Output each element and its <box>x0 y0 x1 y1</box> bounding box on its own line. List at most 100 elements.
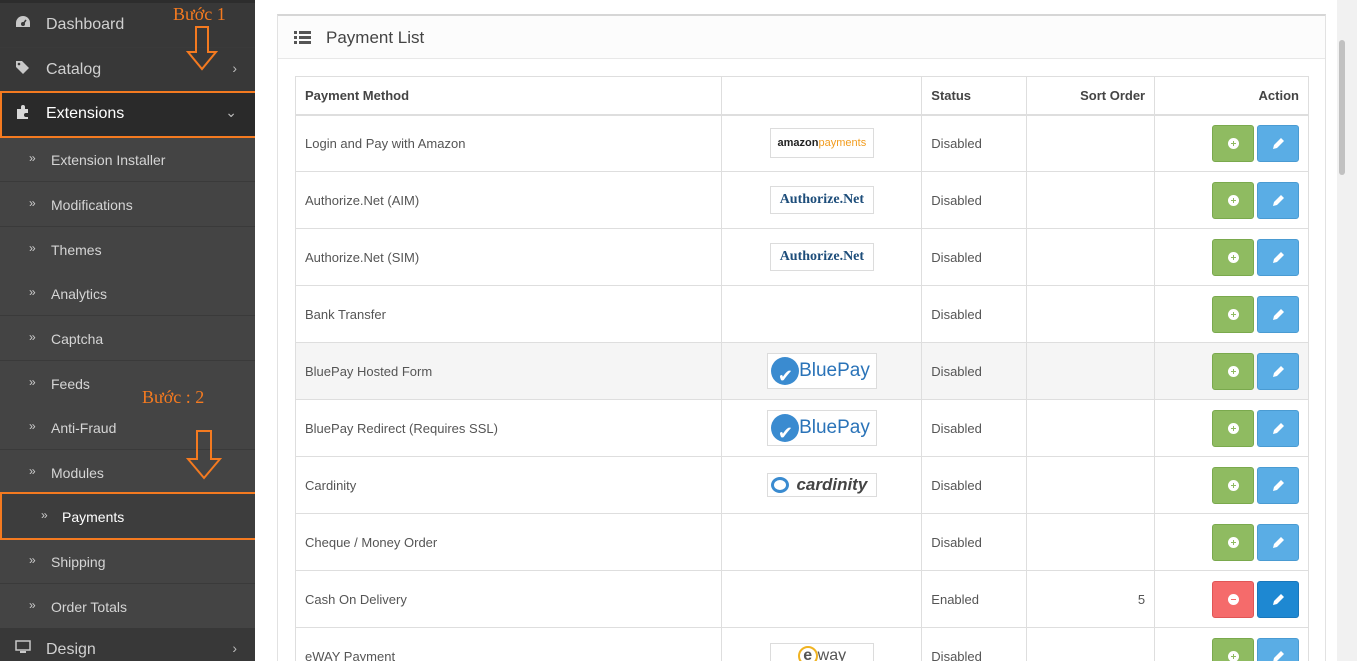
sidebar-item-order-totals[interactable]: » Order Totals <box>0 584 255 629</box>
double-chevron-icon: » <box>29 196 36 210</box>
edit-button[interactable] <box>1257 466 1299 504</box>
edit-button[interactable] <box>1257 181 1299 219</box>
cell-method: Login and Pay with Amazon <box>294 114 723 172</box>
sidebar-item-label: Anti-Fraud <box>51 420 117 436</box>
sidebar-item-label: Analytics <box>51 286 108 302</box>
plus-circle-icon <box>1228 479 1239 491</box>
cell-method: eWAY Payment <box>294 627 723 661</box>
pencil-icon <box>1273 137 1284 149</box>
scrollbar-thumb[interactable] <box>1339 40 1345 175</box>
table-row: Cheque / Money Order Disabled <box>294 513 1309 571</box>
sidebar-item-analytics[interactable]: » Analytics <box>0 271 255 316</box>
menu-design[interactable]: Design › <box>0 628 255 661</box>
payment-list-panel: Payment List Payment Method Status Sort … <box>277 14 1326 661</box>
cell-action <box>1154 399 1309 457</box>
table-row: Cardinity cardinity Disabled <box>294 456 1309 514</box>
cell-method: Authorize.Net (SIM) <box>294 228 723 286</box>
sidebar-item-feeds[interactable]: » Feeds <box>0 361 255 406</box>
cell-status: Disabled <box>921 456 1028 514</box>
install-button[interactable] <box>1212 295 1254 333</box>
cell-logo: ✔ BluePay <box>721 399 923 457</box>
install-button[interactable] <box>1212 238 1254 276</box>
cell-sort-order <box>1026 513 1156 571</box>
edit-button[interactable] <box>1257 580 1299 618</box>
sidebar-item-captcha[interactable]: » Captcha <box>0 316 255 361</box>
install-button[interactable] <box>1212 124 1254 162</box>
edit-button[interactable] <box>1257 409 1299 447</box>
cell-action <box>1154 456 1309 514</box>
sidebar-item-extension-installer[interactable]: » Extension Installer <box>0 137 255 182</box>
edit-button[interactable] <box>1257 352 1299 390</box>
install-button[interactable] <box>1212 352 1254 390</box>
bluepay-logo: ✔ BluePay <box>766 410 877 446</box>
menu-label: Design <box>46 641 96 658</box>
cell-sort-order <box>1026 171 1156 229</box>
double-chevron-icon: » <box>29 553 36 567</box>
cell-logo: Authorize.Net <box>721 228 923 286</box>
monitor-icon <box>14 640 32 658</box>
cell-method: Authorize.Net (AIM) <box>294 171 723 229</box>
col-header-status[interactable]: Status <box>921 76 1028 116</box>
sidebar-item-label: Extension Installer <box>51 152 166 168</box>
cell-action <box>1154 513 1309 571</box>
cell-status: Disabled <box>921 228 1028 286</box>
pencil-icon <box>1273 479 1284 491</box>
edit-button[interactable] <box>1257 637 1299 661</box>
cell-sort-order <box>1026 399 1156 457</box>
install-button[interactable] <box>1212 523 1254 561</box>
col-header-method[interactable]: Payment Method <box>294 76 723 116</box>
edit-button[interactable] <box>1257 523 1299 561</box>
double-chevron-icon: » <box>29 285 36 299</box>
edit-button[interactable] <box>1257 238 1299 276</box>
cell-action <box>1154 114 1309 172</box>
cell-method: BluePay Hosted Form <box>294 342 723 400</box>
install-button[interactable] <box>1212 409 1254 447</box>
cell-status: Disabled <box>921 285 1028 343</box>
arrow-down-icon <box>186 430 222 480</box>
plus-circle-icon <box>1228 365 1239 377</box>
cell-logo: e way <box>721 627 923 661</box>
chevron-right-icon: › <box>232 60 237 76</box>
sidebar-item-themes[interactable]: » Themes <box>0 227 255 272</box>
install-button[interactable] <box>1212 181 1254 219</box>
eway-logo: e way <box>769 643 874 661</box>
edit-button[interactable] <box>1257 295 1299 333</box>
table-row: Authorize.Net (SIM) Authorize.Net Disabled <box>294 228 1309 286</box>
cell-action <box>1154 171 1309 229</box>
table-row: Bank Transfer Disabled <box>294 285 1309 343</box>
cell-logo <box>721 570 923 628</box>
double-chevron-icon: » <box>29 419 36 433</box>
pencil-icon <box>1273 251 1284 263</box>
sidebar-item-shipping[interactable]: » Shipping <box>0 539 255 584</box>
sidebar-item-label: Modules <box>51 465 104 481</box>
uninstall-button[interactable] <box>1212 580 1254 618</box>
install-button[interactable] <box>1212 637 1254 661</box>
cell-action <box>1154 627 1309 661</box>
pencil-icon <box>1273 536 1284 548</box>
sidebar-item-modifications[interactable]: » Modifications <box>0 182 255 227</box>
cell-method: Cash On Delivery <box>294 570 723 628</box>
cell-method: Cheque / Money Order <box>294 513 723 571</box>
arrow-down-icon <box>186 26 218 71</box>
edit-button[interactable] <box>1257 124 1299 162</box>
minus-circle-icon <box>1228 593 1239 605</box>
cell-status: Disabled <box>921 342 1028 400</box>
table-row: BluePay Hosted Form ✔ BluePay Disabled <box>294 342 1309 400</box>
bluepay-logo: ✔ BluePay <box>766 353 877 389</box>
cell-status: Enabled <box>921 570 1028 628</box>
vertical-scrollbar[interactable] <box>1337 0 1347 661</box>
cell-status: Disabled <box>921 399 1028 457</box>
plus-circle-icon <box>1228 650 1239 661</box>
install-button[interactable] <box>1212 466 1254 504</box>
authorize-net-logo: Authorize.Net <box>769 186 874 214</box>
sidebar-item-label: Captcha <box>51 331 104 347</box>
plus-circle-icon <box>1228 308 1239 320</box>
cell-status: Disabled <box>921 171 1028 229</box>
cell-method: BluePay Redirect (Requires SSL) <box>294 399 723 457</box>
double-chevron-icon: » <box>29 464 36 478</box>
step-2-label: Bước : 2 <box>142 387 205 407</box>
cell-logo: cardinity <box>721 456 923 514</box>
col-header-sort[interactable]: Sort Order <box>1026 76 1156 116</box>
pencil-icon <box>1273 194 1284 206</box>
plus-circle-icon <box>1228 422 1239 434</box>
